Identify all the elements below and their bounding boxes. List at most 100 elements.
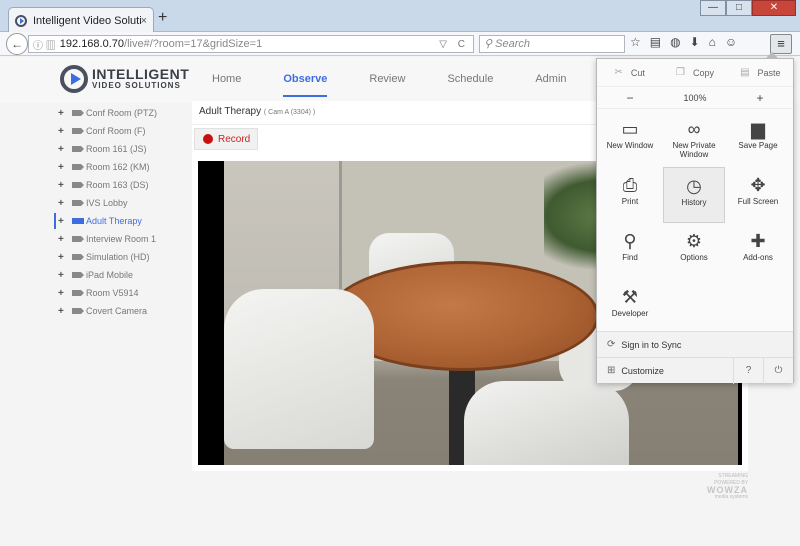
new-window-button[interactable]: ▭ New Window: [599, 111, 661, 167]
power-icon[interactable]: ⏻: [763, 358, 793, 384]
browser-tab[interactable]: Intelligent Video Solutions ×: [8, 7, 154, 33]
url-bar[interactable]: ⓘ ▥ 192.168.0.70 /live#/?room=17&gridSiz…: [28, 35, 474, 53]
paste-label: Paste: [757, 67, 781, 78]
downloads-icon[interactable]: ⬇: [690, 35, 700, 49]
camera-label: Room 163 (DS): [86, 180, 149, 190]
home-icon[interactable]: ⌂: [709, 35, 716, 49]
zoom-in-button[interactable]: +: [727, 91, 793, 105]
wowza-line2: media systems: [714, 494, 748, 500]
camera-item[interactable]: + Conf Room (F): [54, 122, 194, 140]
page-info-icon[interactable]: ⓘ ▥: [33, 37, 56, 52]
url-reload-icon[interactable]: ▽ C: [439, 39, 469, 50]
expand-icon[interactable]: +: [58, 252, 68, 263]
find-button[interactable]: ⚲ Find: [599, 223, 661, 279]
record-dot-icon: [203, 134, 213, 144]
minimize-button[interactable]: —: [700, 0, 726, 16]
camera-item[interactable]: + iPad Mobile: [54, 266, 194, 284]
camera-label: Room 161 (JS): [86, 144, 147, 154]
logo-text-line1: INTELLIGENT: [92, 66, 190, 82]
logo-play-icon: [60, 65, 88, 93]
camera-subtitle: ( Cam A (3304) ): [263, 109, 316, 116]
options-button[interactable]: ⚙ Options: [663, 223, 725, 279]
cut-button[interactable]: ✂ Cut: [597, 67, 662, 78]
camera-label: Covert Camera: [86, 306, 148, 316]
expand-icon[interactable]: +: [58, 216, 68, 227]
customize-plus-icon[interactable]: ⊞: [607, 365, 615, 376]
add-ons-button[interactable]: ✚ Add-ons: [727, 223, 789, 279]
camera-item[interactable]: + Simulation (HD): [54, 248, 194, 266]
camera-sidebar: + Conf Room (PTZ) + Conf Room (F) + Room 16…: [54, 104, 194, 320]
camera-item[interactable]: + Room V5914: [54, 284, 194, 302]
developer-button[interactable]: ⚒ Developer: [599, 279, 661, 335]
camera-item[interactable]: + Conf Room (PTZ): [54, 104, 194, 122]
cut-label: Cut: [630, 67, 645, 78]
site-favicon-icon: [15, 14, 27, 27]
nav-admin[interactable]: Admin: [535, 73, 566, 85]
expand-icon[interactable]: +: [58, 108, 68, 119]
paste-button[interactable]: ▤ Paste: [728, 67, 793, 78]
tile-label: Options: [680, 253, 708, 262]
close-window-button[interactable]: ✕: [752, 0, 796, 16]
scissors-icon: ✂: [614, 67, 623, 78]
expand-icon[interactable]: +: [58, 288, 68, 299]
chat-icon[interactable]: ☺: [725, 35, 737, 49]
nav-home[interactable]: Home: [212, 73, 241, 85]
nav-schedule[interactable]: Schedule: [447, 73, 493, 85]
copy-button[interactable]: ❐ Copy: [662, 67, 727, 78]
sign-in-sync-button[interactable]: ⟳ Sign in to Sync: [597, 331, 793, 357]
expand-icon[interactable]: +: [58, 144, 68, 155]
search-input[interactable]: ⚲ Search: [479, 35, 625, 53]
tile-label: Find: [622, 253, 638, 262]
camera-item[interactable]: + IVS Lobby: [54, 194, 194, 212]
camera-item[interactable]: + Room 161 (JS): [54, 140, 194, 158]
hamburger-menu-icon[interactable]: ≡: [770, 34, 792, 54]
history-button[interactable]: ◷ History: [663, 167, 725, 223]
camera-item[interactable]: + Interview Room 1: [54, 230, 194, 248]
zoom-out-button[interactable]: −: [597, 91, 663, 105]
site-logo[interactable]: INTELLIGENT VIDEO SOLUTIONS: [60, 65, 189, 93]
back-button[interactable]: ←: [6, 33, 28, 55]
expand-icon[interactable]: +: [58, 180, 68, 191]
help-icon[interactable]: ?: [733, 358, 763, 384]
bookmark-star-icon[interactable]: ☆: [630, 35, 641, 49]
tile-label: Add-ons: [743, 253, 773, 262]
customize-label[interactable]: Customize: [621, 366, 664, 376]
browser-navbar: ← ⓘ ▥ 192.168.0.70 /live#/?room=17&gridS…: [0, 32, 800, 56]
camera-item[interactable]: + Room 163 (DS): [54, 176, 194, 194]
full-screen-button[interactable]: ✥ Full Screen: [727, 167, 789, 223]
expand-icon[interactable]: +: [58, 162, 68, 173]
save-page-button[interactable]: ▆ Save Page: [727, 111, 789, 167]
camera-item[interactable]: + Covert Camera: [54, 302, 194, 320]
wowza-logo: STREAMING POWERED BY WOWZA media systems: [696, 473, 748, 501]
pocket-icon[interactable]: ◍: [670, 35, 680, 49]
search-icon: ⚲: [484, 38, 496, 50]
url-host: 192.168.0.70: [59, 38, 125, 50]
fullscreen-arrows-icon: ✥: [750, 175, 766, 195]
nav-observe[interactable]: Observe: [283, 73, 328, 97]
zoom-reset-button[interactable]: 100%: [663, 93, 727, 103]
nav-review[interactable]: Review: [369, 73, 405, 85]
camera-label: Interview Room 1: [86, 234, 157, 244]
expand-icon[interactable]: +: [58, 126, 68, 137]
camera-item-active[interactable]: + Adult Therapy: [54, 212, 194, 230]
tab-close-icon[interactable]: ×: [141, 15, 147, 27]
new-private-window-button[interactable]: ∞ New Private Window: [663, 111, 725, 167]
expand-icon[interactable]: +: [58, 270, 68, 281]
expand-icon[interactable]: +: [58, 234, 68, 245]
tab-title: Intelligent Video Solutions: [33, 14, 141, 27]
print-button[interactable]: ⎙ Print: [599, 167, 661, 223]
expand-icon[interactable]: +: [58, 306, 68, 317]
tile-label: Print: [621, 197, 639, 206]
wrench-icon: ⚒: [621, 287, 639, 307]
reading-list-icon[interactable]: ▤: [650, 35, 661, 49]
camera-item[interactable]: + Room 162 (KM): [54, 158, 194, 176]
record-button[interactable]: Record: [194, 128, 258, 150]
room-title: Adult Therapy: [199, 106, 262, 117]
camera-icon: [72, 290, 84, 296]
expand-icon[interactable]: +: [58, 198, 68, 209]
tile-label: Save Page: [738, 141, 778, 150]
new-tab-button[interactable]: +: [158, 10, 167, 26]
maximize-button[interactable]: □: [726, 0, 752, 16]
camera-icon: [72, 182, 84, 188]
camera-icon: [72, 236, 84, 242]
